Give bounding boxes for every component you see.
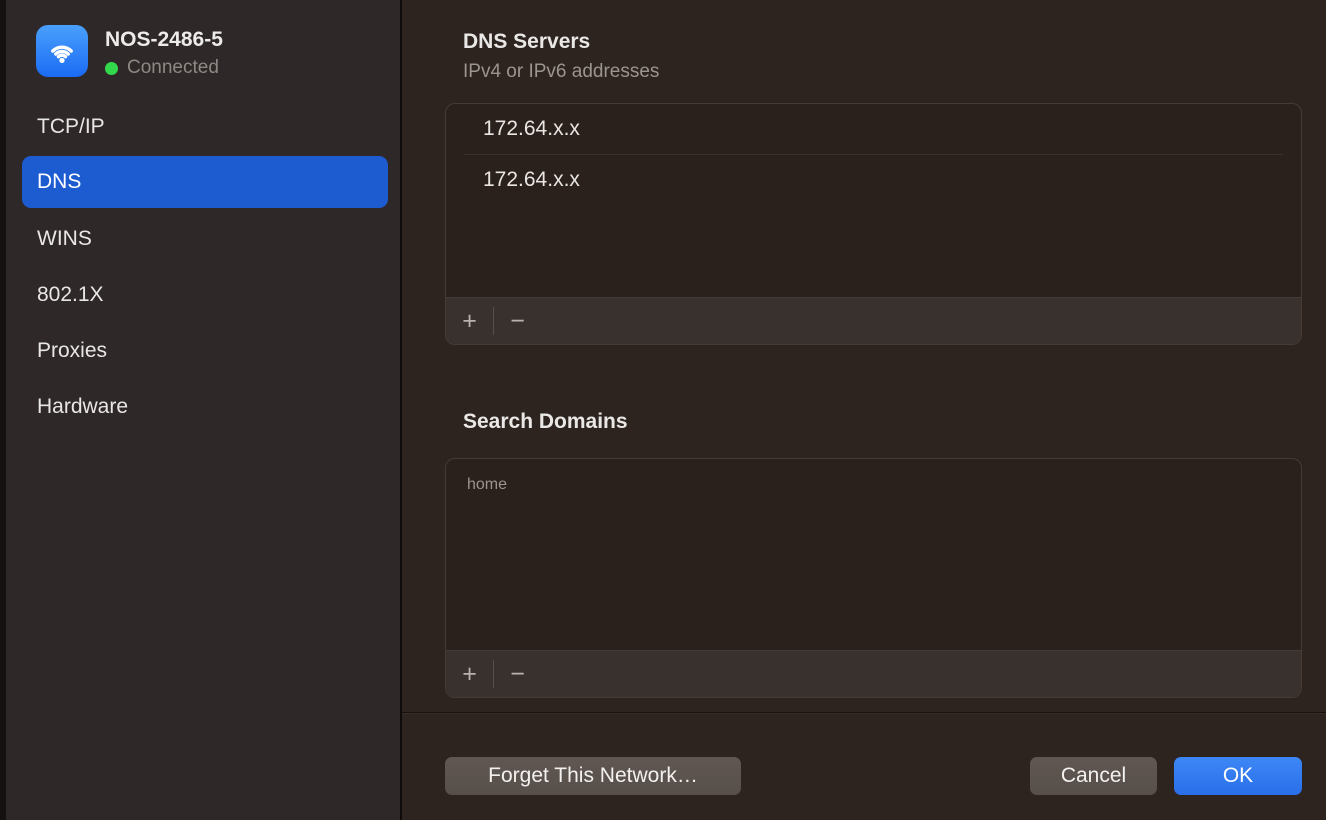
dns-settings-pane: DNS Servers IPv4 or IPv6 addresses 172.6… <box>402 0 1326 820</box>
connected-status-icon <box>105 62 118 75</box>
forget-network-button[interactable]: Forget This Network… <box>445 757 741 795</box>
dns-servers-title: DNS Servers <box>463 30 590 54</box>
remove-dns-server-button[interactable]: − <box>494 300 541 342</box>
search-domain-entry[interactable]: home <box>446 459 1301 511</box>
add-search-domain-button[interactable]: + <box>446 653 493 695</box>
plus-icon: + <box>462 660 477 688</box>
network-sidebar: NOS-2486-5 Connected TCP/IP DNS WINS 802… <box>6 0 402 820</box>
network-status: Connected <box>105 57 223 79</box>
search-domains-list: home + − <box>445 458 1302 698</box>
network-header: NOS-2486-5 Connected <box>36 25 223 79</box>
sidebar-item-8021x[interactable]: 802.1X <box>22 269 388 321</box>
plus-icon: + <box>462 307 477 335</box>
ok-button[interactable]: OK <box>1174 757 1302 795</box>
dns-list-toolbar: + − <box>446 297 1301 344</box>
sidebar-item-hardware[interactable]: Hardware <box>22 381 388 433</box>
minus-icon: − <box>510 307 525 335</box>
network-identity: NOS-2486-5 Connected <box>105 25 223 79</box>
sidebar-item-wins[interactable]: WINS <box>22 213 388 265</box>
add-dns-server-button[interactable]: + <box>446 300 493 342</box>
minus-icon: − <box>510 660 525 688</box>
search-domains-toolbar: + − <box>446 650 1301 697</box>
remove-search-domain-button[interactable]: − <box>494 653 541 695</box>
dns-server-entry[interactable]: 172.64.x.x <box>446 104 1301 154</box>
sidebar-item-proxies[interactable]: Proxies <box>22 325 388 377</box>
dns-servers-subtitle: IPv4 or IPv6 addresses <box>463 61 659 83</box>
search-domains-title: Search Domains <box>463 410 628 434</box>
sidebar-item-dns[interactable]: DNS <box>22 156 388 208</box>
sidebar-item-tcpip[interactable]: TCP/IP <box>22 101 388 153</box>
dns-servers-list: 172.64.x.x 172.64.x.x + − <box>445 103 1302 345</box>
dns-server-entry[interactable]: 172.64.x.x <box>446 155 1301 205</box>
network-status-label: Connected <box>127 57 219 79</box>
footer-divider <box>402 712 1326 713</box>
wifi-icon <box>36 25 88 77</box>
network-name: NOS-2486-5 <box>105 28 223 52</box>
cancel-button[interactable]: Cancel <box>1030 757 1157 795</box>
